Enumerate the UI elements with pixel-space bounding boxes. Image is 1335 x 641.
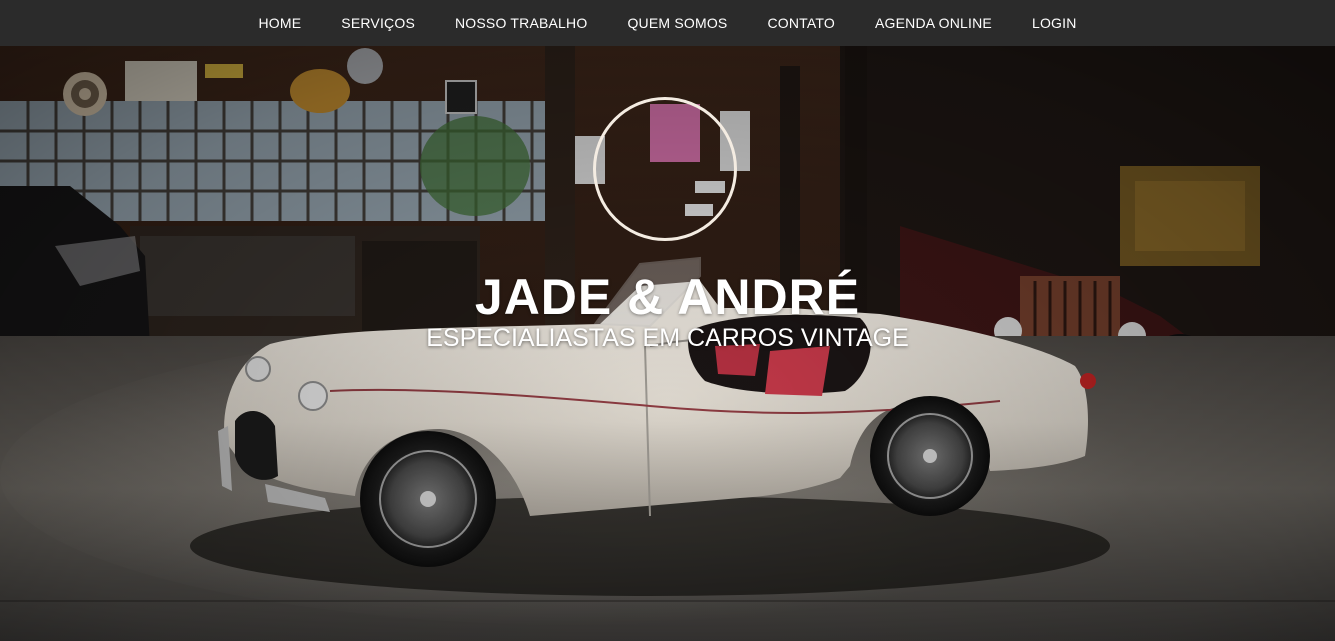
nav-link-home[interactable]: HOME [238, 15, 321, 31]
nav-link-quem-somos[interactable]: QUEM SOMOS [607, 15, 747, 31]
hero-section: JADE & ANDRÉ ESPECIALIASTAS EM CARROS VI… [0, 46, 1335, 641]
top-navbar: HOME SERVIÇOS NOSSO TRABALHO QUEM SOMOS … [0, 0, 1335, 46]
hero-title: JADE & ANDRÉ [474, 269, 861, 325]
nav-link-contato[interactable]: CONTATO [747, 15, 855, 31]
nav-link-servicos[interactable]: SERVIÇOS [321, 15, 435, 31]
nav-link-agenda-online[interactable]: AGENDA ONLINE [855, 15, 1012, 31]
nav-link-login[interactable]: LOGIN [1012, 15, 1097, 31]
nav-link-nosso-trabalho[interactable]: NOSSO TRABALHO [435, 15, 607, 31]
hero-subtitle: ESPECIALIASTAS EM CARROS VINTAGE [426, 324, 909, 352]
nav-menu: HOME SERVIÇOS NOSSO TRABALHO QUEM SOMOS … [238, 1, 1096, 45]
logo-circle[interactable] [593, 97, 737, 241]
